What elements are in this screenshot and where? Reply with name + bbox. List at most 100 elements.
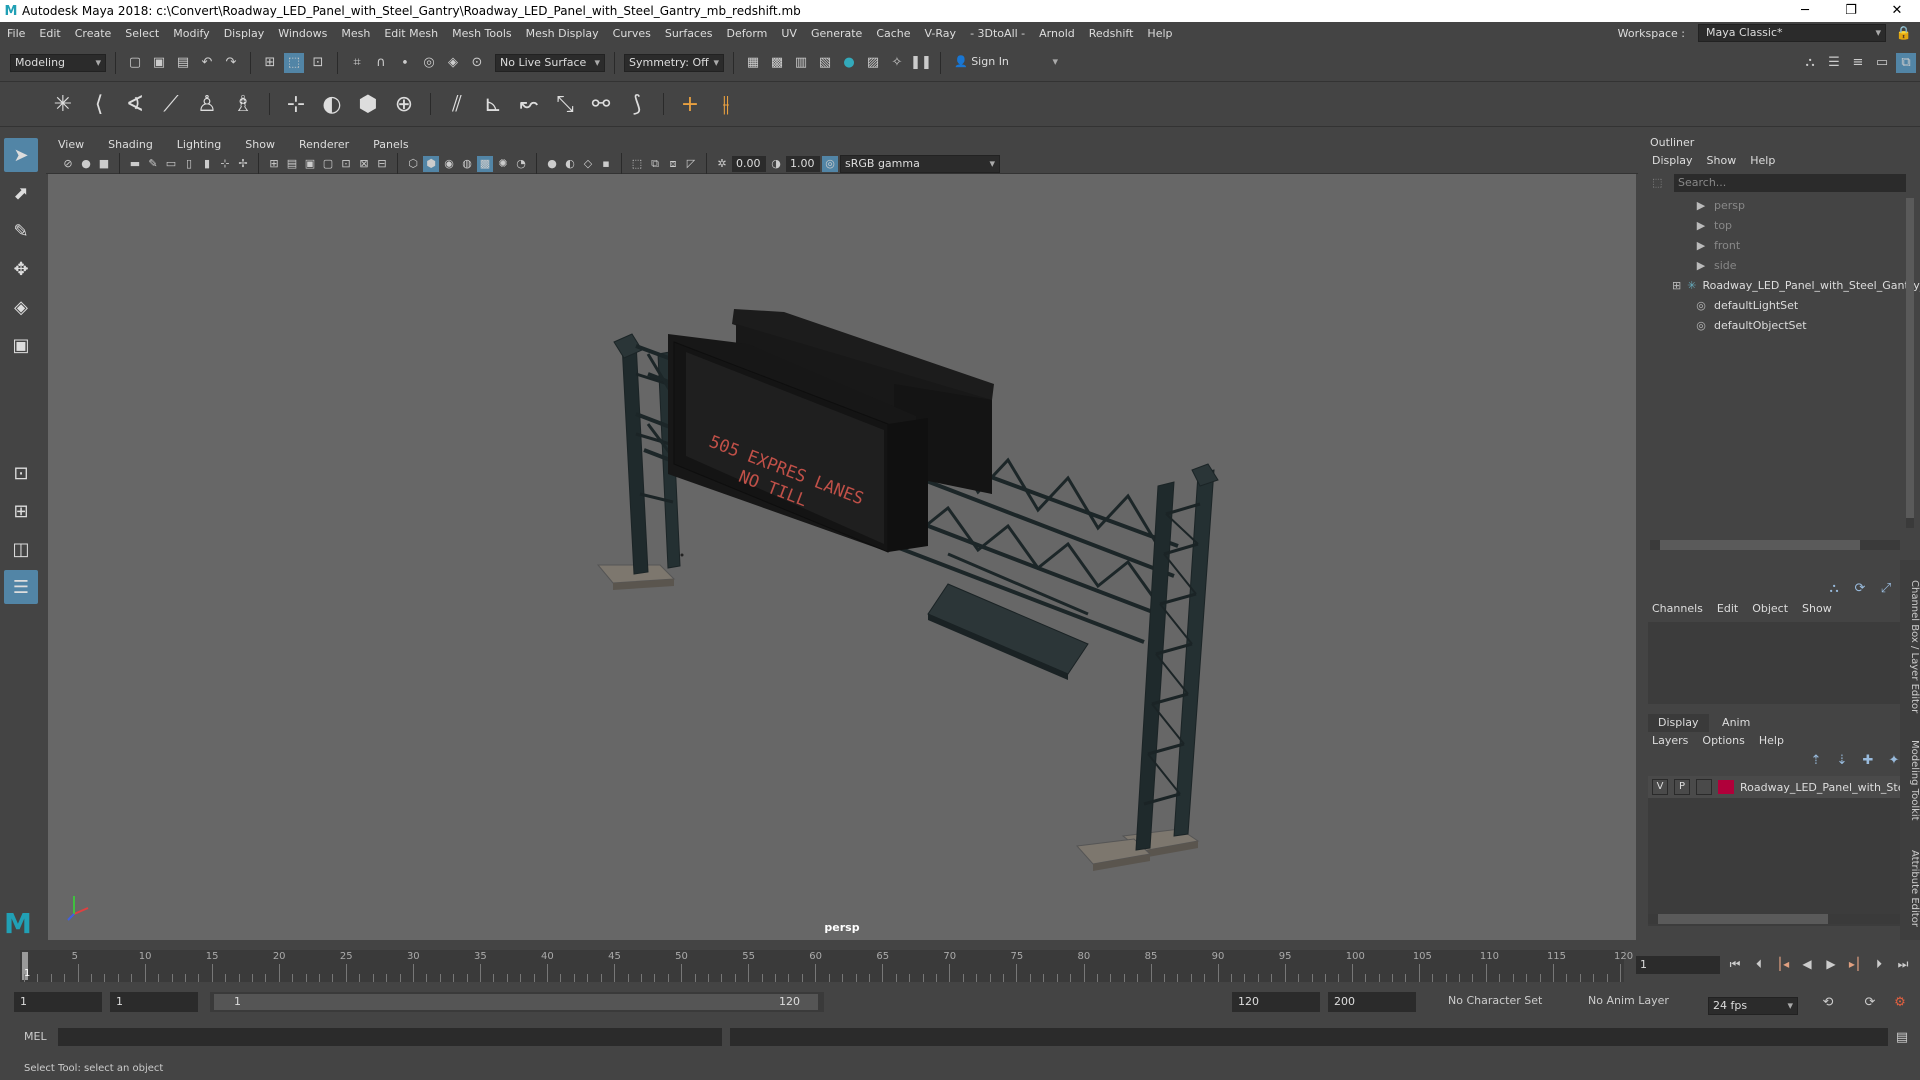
channel-box-icon[interactable]: ⛬ <box>1824 578 1844 598</box>
outliner-vertical-scrollbar[interactable] <box>1906 198 1914 528</box>
loop-icon[interactable]: ⟲ <box>1818 992 1838 1012</box>
step-back-key-icon[interactable]: ⏴ <box>1750 954 1768 974</box>
play-forward-icon[interactable]: ▶ <box>1822 954 1840 974</box>
shadows-icon[interactable]: ◍ <box>459 156 475 172</box>
gamma-icon[interactable]: ◑ <box>768 156 784 172</box>
paint-select-icon[interactable]: ✎ <box>4 214 38 248</box>
lasso-tool-icon[interactable]: ⬈ <box>4 176 38 210</box>
layer-help-menu[interactable]: Help <box>1759 732 1784 750</box>
new-layer-icon[interactable]: ✚ <box>1858 750 1878 770</box>
menu-modify[interactable]: Modify <box>166 27 216 40</box>
filter-icon[interactable]: ⬚ <box>1652 176 1662 189</box>
smooth-bind-icon[interactable]: ◐ <box>317 89 347 119</box>
move-tool-icon[interactable]: ✥ <box>4 252 38 286</box>
go-to-end-icon[interactable]: ⏭ <box>1894 954 1912 974</box>
screen-space-icon[interactable]: ◇ <box>580 156 596 172</box>
current-frame-field[interactable]: 1 <box>1636 956 1720 974</box>
menu-mesh[interactable]: Mesh <box>334 27 377 40</box>
menu-redshift[interactable]: Redshift <box>1082 27 1141 40</box>
gate-mask-icon[interactable]: ▮ <box>199 156 215 172</box>
render-setup-icon[interactable]: ▨ <box>863 53 883 73</box>
exposure-icon[interactable]: ✲ <box>714 156 730 172</box>
live-surface-field[interactable]: No Live Surface <box>495 53 605 72</box>
layer-visibility-toggle[interactable]: V <box>1652 779 1668 795</box>
menu-generate[interactable]: Generate <box>804 27 869 40</box>
camera-attributes-icon[interactable]: ● <box>78 156 94 172</box>
ik-spline-icon[interactable]: ∢ <box>120 89 150 119</box>
scrollbar-thumb[interactable] <box>1658 914 1828 924</box>
menu-select[interactable]: Select <box>118 27 166 40</box>
outliner-search-input[interactable]: Search... <box>1674 174 1906 192</box>
layer-horizontal-scrollbar[interactable] <box>1648 914 1906 924</box>
flat-shade-icon[interactable]: ▢ <box>320 156 336 172</box>
channel-object-menu[interactable]: Object <box>1752 600 1788 618</box>
scrollbar-thumb[interactable] <box>1906 198 1914 518</box>
side-tab-modeling-toolkit[interactable]: Modeling Toolkit <box>1900 740 1920 821</box>
save-scene-icon[interactable]: ▤ <box>173 53 193 73</box>
expand-panel-icon[interactable]: ⤢ <box>1876 578 1896 598</box>
anti-aliasing-icon[interactable]: ● <box>544 156 560 172</box>
menu-edit-mesh[interactable]: Edit Mesh <box>377 27 445 40</box>
layer-playback-toggle[interactable]: P <box>1674 779 1690 795</box>
menu-display[interactable]: Display <box>217 27 272 40</box>
auto-key-icon[interactable]: ⟳ <box>1860 992 1880 1012</box>
rotate-tool-icon[interactable]: ◈ <box>4 290 38 324</box>
layer-color-swatch[interactable] <box>1718 780 1734 794</box>
fps-dropdown[interactable]: 24 fps <box>1708 997 1798 1015</box>
menu-file[interactable]: File <box>0 27 32 40</box>
render-frame-icon[interactable]: ▩ <box>767 53 787 73</box>
orient-constraint-icon[interactable]: ⤡ <box>550 89 580 119</box>
menu-mesh-display[interactable]: Mesh Display <box>519 27 606 40</box>
render-settings-icon[interactable]: ▧ <box>815 53 835 73</box>
range-slider-handle[interactable] <box>214 994 818 1010</box>
snap-curve-icon[interactable]: ∩ <box>371 53 391 73</box>
outliner-item-front[interactable]: ▶ front <box>1642 236 1920 256</box>
scrollbar-thumb[interactable] <box>1660 540 1860 550</box>
outliner-menu-help[interactable]: Help <box>1750 152 1775 170</box>
select-component-icon[interactable]: ⊡ <box>308 53 328 73</box>
menu-vray[interactable]: V-Ray <box>918 27 964 40</box>
menu-deform[interactable]: Deform <box>719 27 774 40</box>
wireframe-on-shaded-icon[interactable]: ⬡ <box>405 156 421 172</box>
smooth-shade-icon[interactable]: ▣ <box>302 156 318 172</box>
lock-icon[interactable]: 🔒 <box>1894 23 1914 43</box>
close-icon[interactable]: ✕ <box>1874 0 1920 22</box>
play-backward-icon[interactable]: ◀ <box>1798 954 1816 974</box>
toggle-channel-box-icon[interactable]: ▭ <box>1872 53 1892 73</box>
menu-mesh-tools[interactable]: Mesh Tools <box>445 27 519 40</box>
menu-help[interactable]: Help <box>1140 27 1179 40</box>
outliner-item-gantry[interactable]: ⊞ ✳ Roadway_LED_Panel_with_Steel_Gantry_ <box>1642 276 1920 296</box>
outliner-item-side[interactable]: ▶ side <box>1642 256 1920 276</box>
motion-blur-icon[interactable]: ◔ <box>513 156 529 172</box>
scene-start-field[interactable]: 1 <box>14 992 102 1012</box>
workspace-dropdown[interactable]: Maya Classic* <box>1698 24 1886 42</box>
aim-constraint-icon[interactable]: ⚯ <box>586 89 616 119</box>
snap-view-icon[interactable]: ◎ <box>419 53 439 73</box>
refresh-icon[interactable]: ⟳ <box>1850 578 1870 598</box>
toggle-tool-settings-icon[interactable]: ≡ <box>1848 53 1868 73</box>
parent-constraint-icon[interactable]: ⊾ <box>478 89 508 119</box>
four-view-layout-icon[interactable]: ⊞ <box>4 494 38 528</box>
preferences-icon[interactable]: ⚙ <box>1890 992 1910 1012</box>
locator-key-icon[interactable]: ⫲ <box>711 89 741 119</box>
side-tab-attribute-editor[interactable]: Attribute Editor <box>1900 850 1920 927</box>
move-layer-up-icon[interactable]: ⇡ <box>1806 750 1826 770</box>
character-icon[interactable]: ♗ <box>228 89 258 119</box>
outliner-layout-icon[interactable]: ☰ <box>4 570 38 604</box>
viewport-menu-view[interactable]: View <box>46 138 96 151</box>
viewport-menu-renderer[interactable]: Renderer <box>287 138 361 151</box>
human-ik-icon[interactable]: ♙ <box>192 89 222 119</box>
layer-display-type-toggle[interactable] <box>1696 779 1712 795</box>
render-view-icon[interactable]: ▦ <box>743 53 763 73</box>
range-slider[interactable]: 1 120 <box>210 992 824 1012</box>
bounding-box-icon[interactable]: ⊡ <box>338 156 354 172</box>
lattice-icon[interactable]: ⬢ <box>353 89 383 119</box>
snap-grid-icon[interactable]: ⌗ <box>347 53 367 73</box>
paint-weights-icon[interactable]: ⊹ <box>281 89 311 119</box>
bookmarks-icon[interactable]: ■ <box>96 156 112 172</box>
command-input[interactable] <box>58 1028 722 1046</box>
wireframe-icon[interactable]: ▤ <box>284 156 300 172</box>
hud-icon[interactable]: ▪ <box>598 156 614 172</box>
outliner-item-default-light-set[interactable]: ◎ defaultLightSet <box>1642 296 1920 316</box>
use-all-lights-icon[interactable]: ◉ <box>441 156 457 172</box>
